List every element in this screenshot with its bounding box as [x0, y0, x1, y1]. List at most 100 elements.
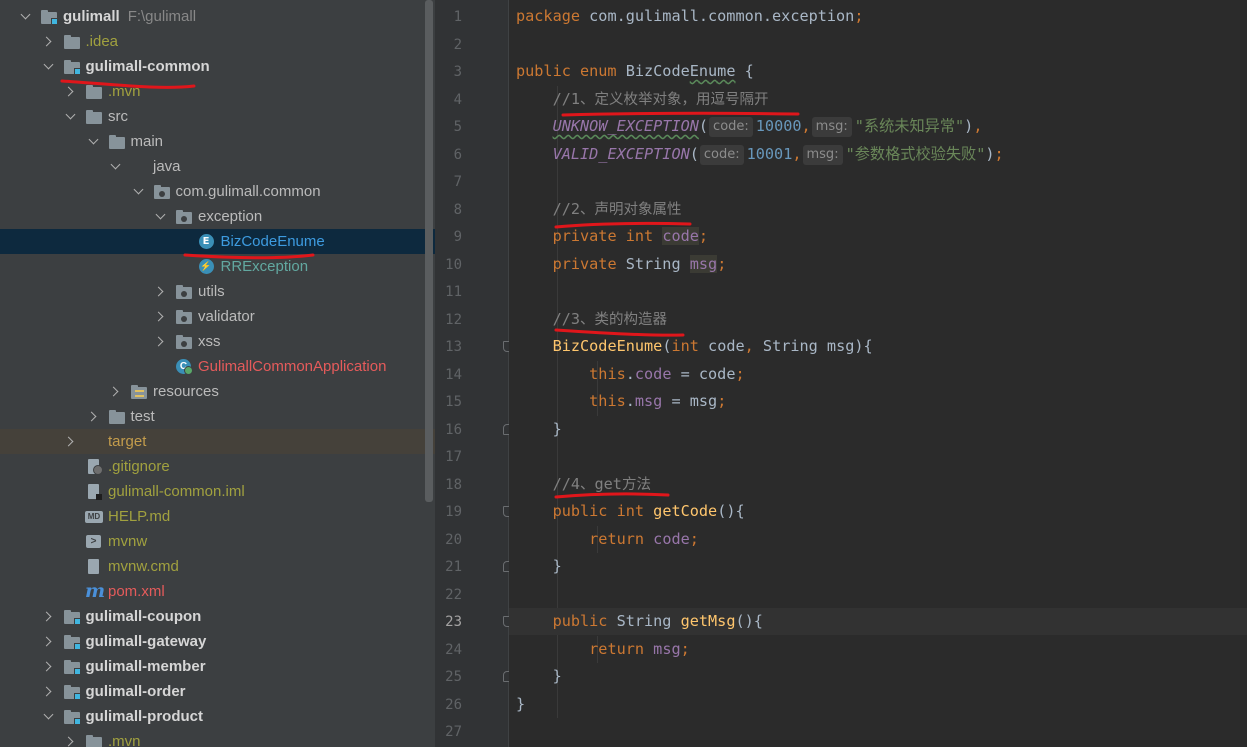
tree-item[interactable]: .idea: [0, 29, 435, 54]
tree-item[interactable]: mvnw.cmd: [0, 554, 435, 579]
tree-item-label: .gitignore: [108, 458, 170, 475]
tree-item[interactable]: HELP.md: [0, 504, 435, 529]
tree-item[interactable]: pom.xml: [0, 579, 435, 604]
code-line[interactable]: this.msg = msg;: [509, 388, 1247, 415]
code-line[interactable]: return msg;: [509, 636, 1247, 663]
tree-item[interactable]: gulimall-member: [0, 654, 435, 679]
line-number-gutter[interactable]: 1 2 3 4 5 6 7 8 9 10 11 12 13 14 15 16 17 18 19 20 21 22 23 24 2…: [435, 0, 538, 747]
tree-item[interactable]: main: [0, 129, 435, 154]
folder-icon: [108, 409, 126, 425]
code-token: ,: [792, 144, 802, 163]
code-line[interactable]: return code;: [509, 526, 1247, 553]
tree-item[interactable]: resources: [0, 379, 435, 404]
line-number: 13: [445, 339, 462, 355]
code-line[interactable]: VALID_EXCEPTION(code: 10001, msg: "参数格式校验失败…: [509, 141, 1247, 168]
code-line[interactable]: [509, 443, 1247, 470]
chevron-right-icon[interactable]: [41, 635, 55, 649]
tree-item[interactable]: test: [0, 404, 435, 429]
code-token: ,: [744, 337, 763, 355]
chevron-right-icon[interactable]: [63, 85, 77, 99]
chevron-right-icon[interactable]: [63, 435, 77, 449]
tree-item[interactable]: java: [0, 154, 435, 179]
code-token: code: [708, 337, 745, 355]
tree-item[interactable]: GulimallCommonApplication: [0, 354, 435, 379]
code-token: ;: [994, 144, 1004, 163]
code-line[interactable]: public String getMsg(){: [509, 608, 1247, 635]
code-line[interactable]: this.code = code;: [509, 361, 1247, 388]
code-line[interactable]: [509, 168, 1247, 195]
chevron-down-icon[interactable]: [18, 10, 32, 24]
tree-item[interactable]: .mvn: [0, 79, 435, 104]
code-line[interactable]: //3、类的构造器: [509, 306, 1247, 333]
tree-item[interactable]: gulimall-coupon: [0, 604, 435, 629]
chevron-down-icon[interactable]: [86, 135, 100, 149]
tree-item[interactable]: gulimall-common: [0, 54, 435, 79]
code-line[interactable]: public enum BizCodeEnume {: [509, 58, 1247, 85]
code-line[interactable]: public int getCode(){: [509, 498, 1247, 525]
tree-item[interactable]: BizCodeEnume: [0, 229, 435, 254]
line-number: 22: [445, 586, 462, 603]
tree-item[interactable]: gulimall-product: [0, 704, 435, 729]
code-token: 10000: [755, 117, 802, 135]
code-line[interactable]: //4、get方法: [509, 471, 1247, 498]
tree-item[interactable]: gulimall-order: [0, 679, 435, 704]
line-number: 21: [445, 559, 462, 575]
chevron-down-icon[interactable]: [41, 710, 55, 724]
chevron-down-icon[interactable]: [63, 110, 77, 124]
code-line[interactable]: }: [509, 553, 1247, 580]
chevron-right-icon[interactable]: [153, 285, 167, 299]
code-token: ;: [680, 639, 690, 658]
tree-item[interactable]: utils: [0, 279, 435, 304]
chevron-down-icon[interactable]: [153, 210, 167, 224]
code-line[interactable]: [509, 31, 1247, 58]
code-line[interactable]: [509, 278, 1247, 305]
code-line[interactable]: private String msg;: [509, 251, 1247, 278]
tree-item[interactable]: xss: [0, 329, 435, 354]
tree-scrollbar[interactable]: [425, 0, 433, 502]
tree-item[interactable]: com.gulimall.common: [0, 179, 435, 204]
code-line[interactable]: }: [509, 416, 1247, 443]
line-number: 2: [453, 36, 462, 53]
chevron-right-icon[interactable]: [108, 385, 122, 399]
tree-item[interactable]: RRException: [0, 254, 435, 279]
chevron-right-icon[interactable]: [41, 660, 55, 674]
project-tree[interactable]: gulimall F:\gulimall .idea gulimall-common.…: [0, 0, 435, 747]
code-token: ): [964, 117, 974, 135]
code-token: msg: [634, 392, 663, 410]
chevron-right-icon[interactable]: [41, 35, 55, 49]
code-line[interactable]: BizCodeEnume(int code, String msg){: [509, 333, 1247, 360]
tree-item[interactable]: target: [0, 429, 435, 454]
tree-item[interactable]: gulimall-common.iml: [0, 479, 435, 504]
code-line[interactable]: }: [509, 663, 1247, 690]
tree-item[interactable]: gulimall F:\gulimall: [0, 4, 435, 29]
chevron-right-icon[interactable]: [153, 335, 167, 349]
code-line[interactable]: package com.gulimall.common.exception;: [509, 3, 1247, 30]
tree-item[interactable]: validator: [0, 304, 435, 329]
chevron-right-icon[interactable]: [41, 610, 55, 624]
tree-item[interactable]: gulimall-gateway: [0, 629, 435, 654]
code-line[interactable]: UNKNOW_EXCEPTION(code: 10000, msg: "系统未知异常"…: [509, 113, 1247, 140]
code-line[interactable]: private int code;: [509, 223, 1247, 250]
code-editor[interactable]: package com.gulimall.common.exception; pu…: [509, 0, 1247, 747]
tree-item[interactable]: src: [0, 104, 435, 129]
chevron-down-icon[interactable]: [108, 160, 122, 174]
chevron-right-icon[interactable]: [41, 685, 55, 699]
tree-item[interactable]: exception: [0, 204, 435, 229]
line-number: 15: [445, 394, 462, 410]
code-line[interactable]: //1、定义枚举对象，用逗号隔开: [509, 86, 1247, 113]
chevron-down-icon[interactable]: [131, 185, 145, 199]
chevron-down-icon[interactable]: [41, 60, 55, 74]
chevron-right-icon[interactable]: [86, 410, 100, 424]
tree-item[interactable]: .gitignore: [0, 454, 435, 479]
code-line[interactable]: }: [509, 691, 1247, 718]
code-line[interactable]: [509, 581, 1247, 608]
tree-item[interactable]: .mvn: [0, 729, 435, 747]
chevron-right-icon[interactable]: [153, 310, 167, 324]
code-token: }: [516, 557, 562, 575]
chevron-right-icon[interactable]: [63, 735, 77, 747]
tree-item[interactable]: mvnw: [0, 529, 435, 554]
code-line[interactable]: //2、声明对象属性: [509, 196, 1247, 223]
code-line[interactable]: [509, 718, 1247, 745]
